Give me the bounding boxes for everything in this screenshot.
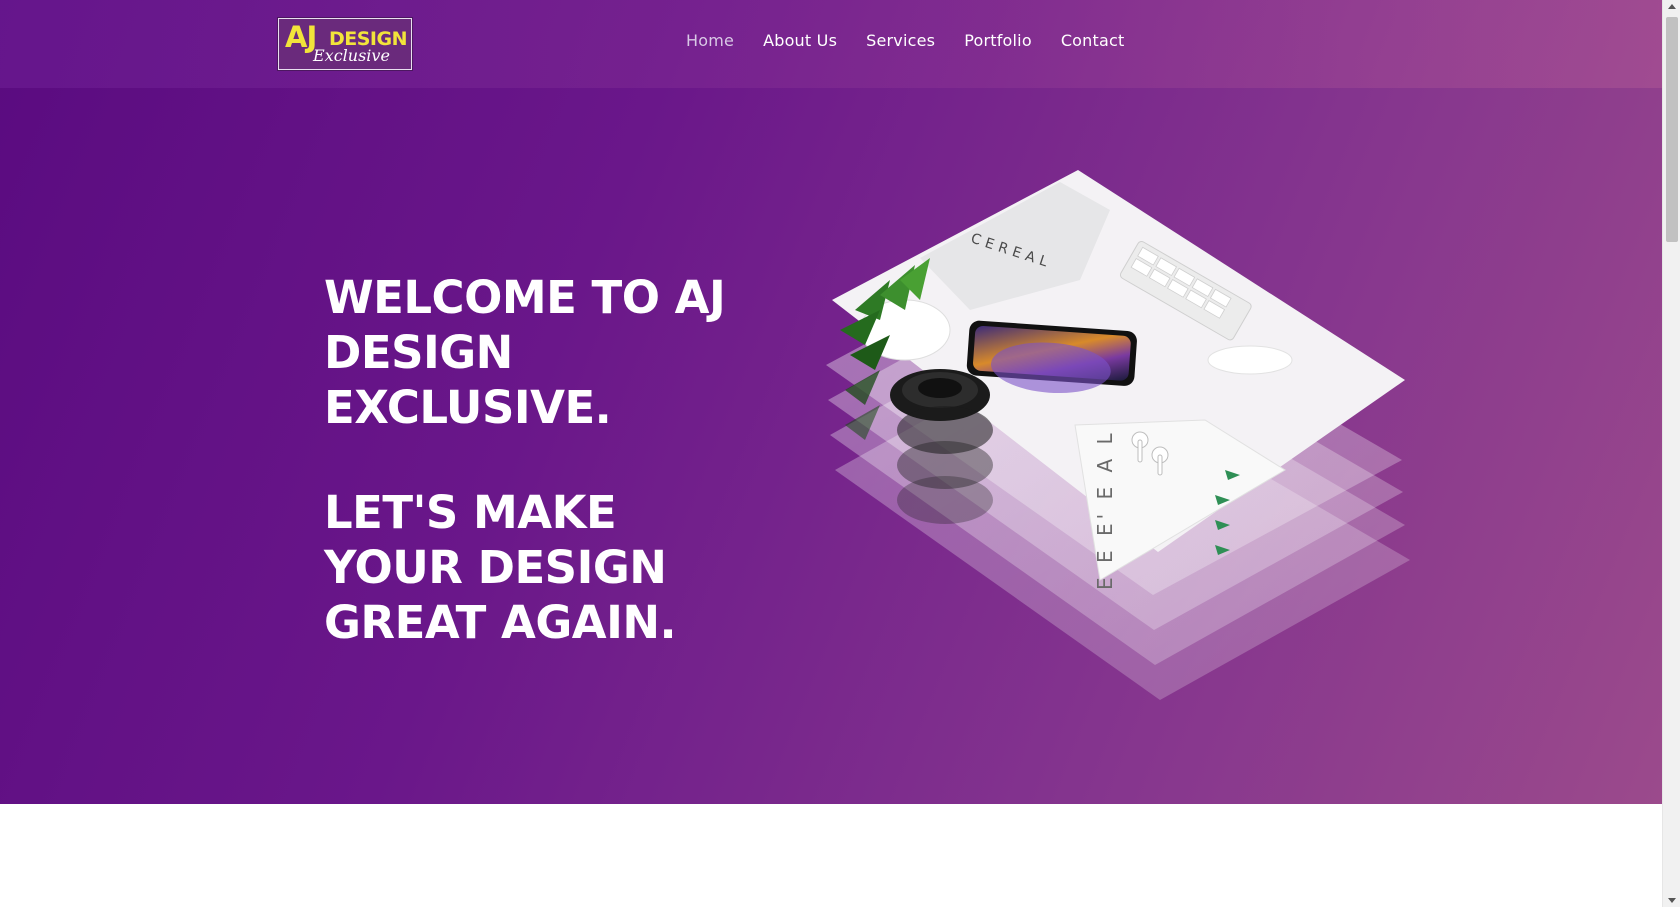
page-scrollbar[interactable] xyxy=(1662,0,1680,907)
tagline-line: YOUR DESIGN xyxy=(324,541,667,594)
mouse xyxy=(1207,345,1293,375)
headline-line: WELCOME TO AJ xyxy=(324,271,726,324)
logo-aj-text: AJ xyxy=(285,20,317,54)
scroll-down-arrow-icon[interactable] xyxy=(1668,898,1676,903)
nav-about-link[interactable]: About Us xyxy=(763,31,837,50)
nav-home-link[interactable]: Home xyxy=(686,31,734,50)
hero-headline: WELCOME TO AJ DESIGN EXCLUSIVE. LET'S MA… xyxy=(324,270,784,650)
headline-line: DESIGN xyxy=(324,326,513,379)
navbar: AJ DESIGN Exclusive Home About Us Servic… xyxy=(0,0,1662,88)
page: AJ DESIGN Exclusive Home About Us Servic… xyxy=(0,0,1662,907)
headline-spacer xyxy=(324,435,784,485)
nav-contact-link[interactable]: Contact xyxy=(1061,31,1125,50)
tagline-line: LET'S MAKE xyxy=(324,486,617,539)
hero-isometric-illustration: CEREAL E E E' E A L xyxy=(826,170,1410,700)
notebook-side-text: E E E' E A L xyxy=(1093,429,1117,590)
scroll-thumb[interactable] xyxy=(1666,17,1678,242)
nav-services-link[interactable]: Services xyxy=(866,31,935,50)
main-nav: Home About Us Services Portfolio Contact xyxy=(686,31,1153,50)
logo-exclusive-text: Exclusive xyxy=(313,46,390,65)
hero-section: AJ DESIGN Exclusive Home About Us Servic… xyxy=(0,0,1662,804)
tagline-line: GREAT AGAIN. xyxy=(324,596,677,649)
scroll-up-arrow-icon[interactable] xyxy=(1668,4,1676,9)
headline-line: EXCLUSIVE. xyxy=(324,381,612,434)
brand-logo[interactable]: AJ DESIGN Exclusive xyxy=(277,17,413,71)
nav-portfolio-link[interactable]: Portfolio xyxy=(964,31,1032,50)
